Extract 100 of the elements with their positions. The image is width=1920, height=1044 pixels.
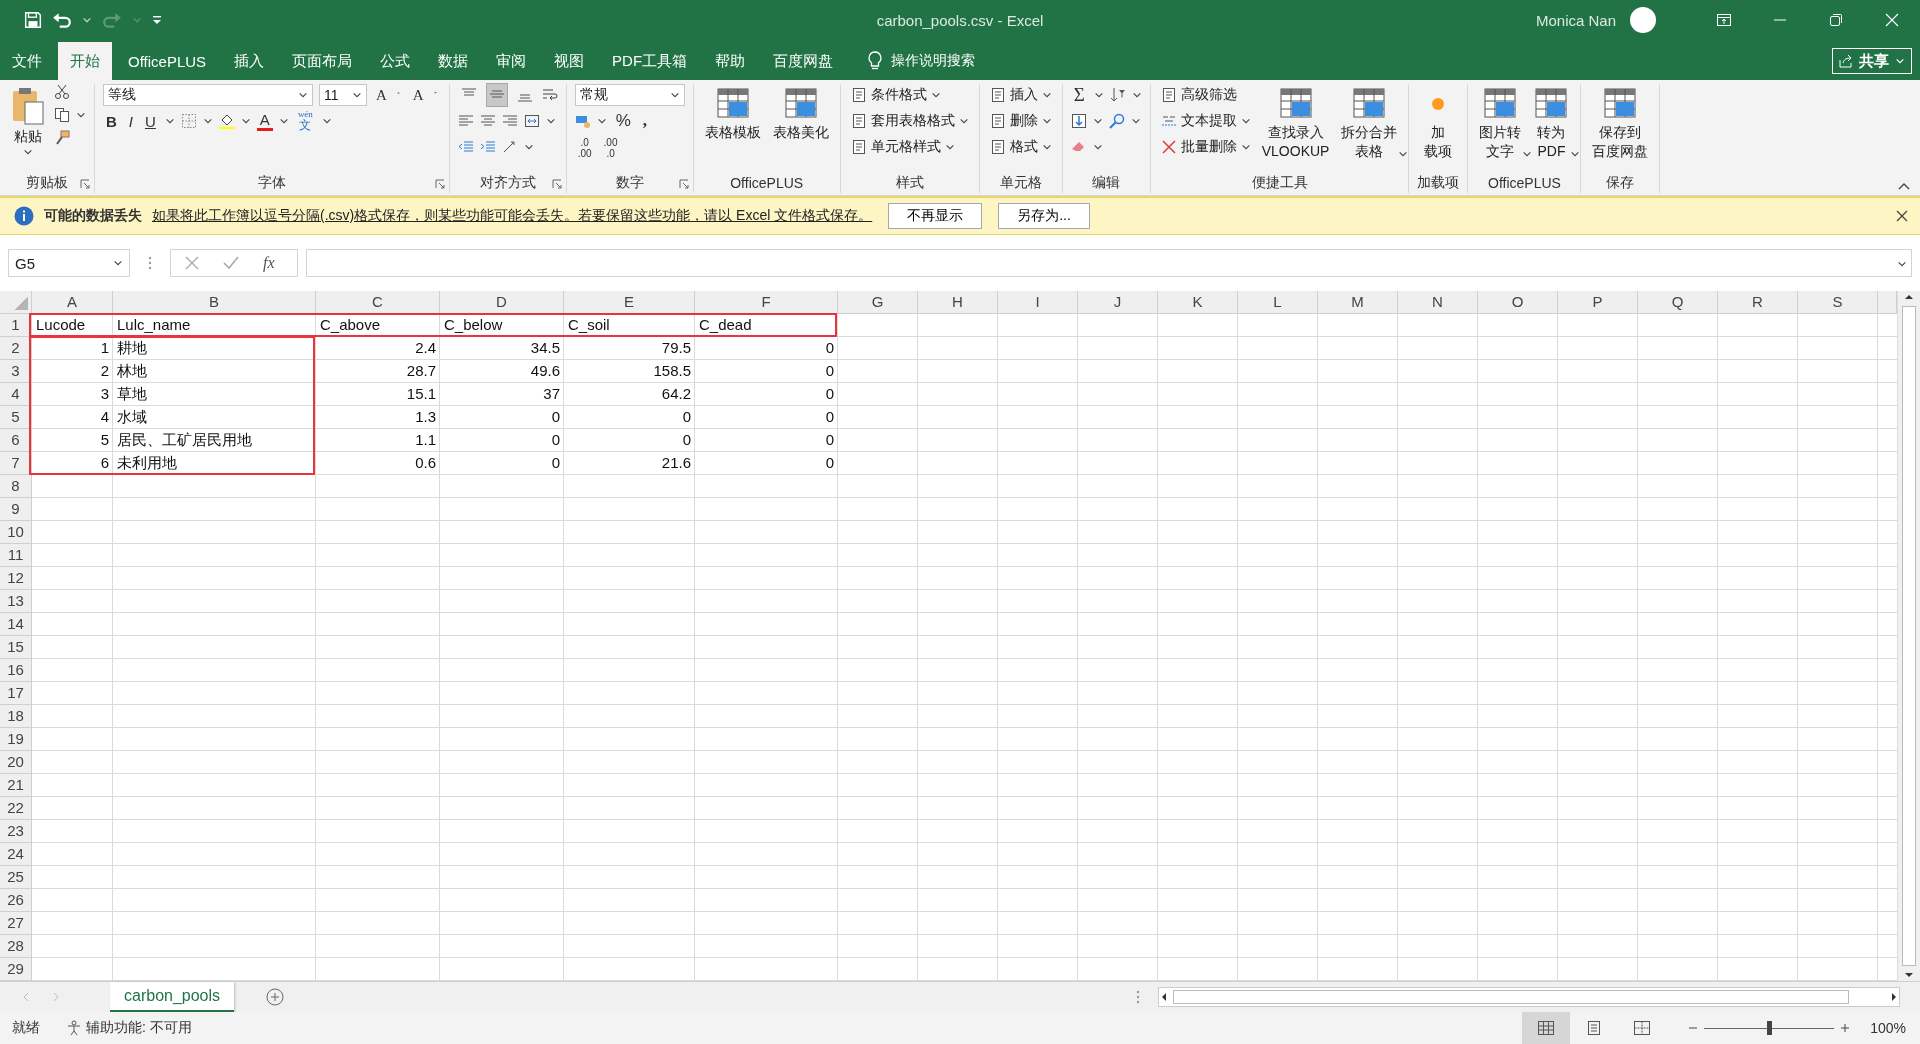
caret-icon[interactable] xyxy=(202,116,213,126)
dialog-launcher-icon[interactable] xyxy=(551,179,562,189)
row-header[interactable]: 22 xyxy=(0,797,32,820)
accounting-format-icon[interactable] xyxy=(574,113,591,129)
row-header[interactable]: 4 xyxy=(0,383,32,406)
share-button[interactable]: 共享 xyxy=(1832,48,1912,74)
row-header[interactable]: 18 xyxy=(0,705,32,728)
caret-icon[interactable] xyxy=(1041,142,1052,152)
orientation-icon[interactable] xyxy=(501,139,518,155)
caret-icon[interactable] xyxy=(1093,90,1104,100)
number-format-field[interactable]: 常规 xyxy=(574,84,685,106)
caret-icon[interactable] xyxy=(669,90,680,100)
paste-button[interactable]: 粘贴 xyxy=(14,128,42,145)
caret-icon[interactable] xyxy=(1041,116,1052,126)
ribbon-tab[interactable]: 页面布局 xyxy=(280,42,365,80)
add-sheet-icon[interactable] xyxy=(266,988,285,1006)
column-header[interactable]: S xyxy=(1798,291,1878,314)
column-header[interactable]: M xyxy=(1318,291,1398,314)
document-icon[interactable] xyxy=(850,87,867,103)
decrease-decimal-button[interactable]: .00 .0 xyxy=(600,137,621,165)
ribbon-tab[interactable]: PDF工具箱 xyxy=(600,42,700,80)
document-icon[interactable] xyxy=(989,113,1006,129)
expand-icon[interactable] xyxy=(1897,259,1907,269)
increase-decimal-button[interactable]: .0 .00 xyxy=(574,137,595,165)
ribbon-button[interactable]: 查找录入 VLOOKUP xyxy=(1261,124,1330,160)
column-header[interactable]: G xyxy=(838,291,918,314)
fill-color-icon[interactable] xyxy=(218,113,235,129)
ribbon-tab[interactable]: 文件 xyxy=(0,42,54,80)
document-icon[interactable] xyxy=(850,139,867,155)
save-icon[interactable] xyxy=(24,11,42,29)
column-header[interactable]: H xyxy=(918,291,998,314)
paste-icon[interactable] xyxy=(11,86,45,126)
document-icon[interactable] xyxy=(989,139,1006,155)
row-header[interactable]: 10 xyxy=(0,521,32,544)
row-header[interactable]: 2 xyxy=(0,337,32,360)
sort-filter-icon[interactable] xyxy=(1109,87,1126,103)
scroll-right-icon[interactable] xyxy=(1889,992,1899,1002)
document-icon[interactable] xyxy=(989,87,1006,103)
format-painter-icon[interactable] xyxy=(54,130,70,146)
ribbon-button[interactable]: 插入 xyxy=(1009,84,1038,106)
ribbon-tab[interactable]: 公式 xyxy=(368,42,423,80)
formula-button-field[interactable]: fx xyxy=(170,249,298,277)
caret-icon[interactable] xyxy=(958,116,969,126)
accessibility-status[interactable]: 辅助功能: 不可用 xyxy=(86,1019,192,1037)
row-header[interactable]: 5 xyxy=(0,406,32,429)
ribbon-button[interactable]: 高级筛选 xyxy=(1180,84,1237,106)
row-header[interactable]: 15 xyxy=(0,636,32,659)
row-header[interactable]: 28 xyxy=(0,935,32,958)
row-header[interactable]: 23 xyxy=(0,820,32,843)
collapse-ribbon-icon[interactable] xyxy=(1898,181,1910,191)
caret-icon[interactable] xyxy=(1522,149,1533,159)
autosum-button[interactable]: Σ xyxy=(1070,84,1088,106)
ribbon-button[interactable]: 转为 PDF xyxy=(1537,124,1566,160)
row-header[interactable]: 9 xyxy=(0,498,32,521)
row-header[interactable]: 19 xyxy=(0,728,32,751)
caret-icon[interactable] xyxy=(240,116,251,126)
caret-icon[interactable] xyxy=(545,116,556,126)
row-header[interactable]: 27 xyxy=(0,912,32,935)
close-icon[interactable] xyxy=(1896,210,1908,222)
dialog-launcher-icon[interactable] xyxy=(434,179,445,189)
search-icon[interactable] xyxy=(1108,113,1125,129)
column-header[interactable]: R xyxy=(1718,291,1798,314)
drag-handle-icon[interactable] xyxy=(148,256,152,270)
column-header[interactable]: N xyxy=(1398,291,1478,314)
undo-icon[interactable] xyxy=(52,11,72,29)
zoom-level[interactable]: 100% xyxy=(1870,1020,1906,1036)
caret-icon[interactable] xyxy=(278,116,289,126)
ribbon-button[interactable]: 拆分合并 表格 xyxy=(1341,124,1398,160)
row-header[interactable]: 29 xyxy=(0,958,32,981)
caret-icon[interactable] xyxy=(1570,149,1581,159)
ribbon-button[interactable]: 批量删除 xyxy=(1180,136,1237,158)
caret-icon[interactable] xyxy=(1240,116,1251,126)
row-header[interactable]: 3 xyxy=(0,360,32,383)
caret-icon[interactable] xyxy=(1130,116,1141,126)
insert-function-button[interactable]: fx xyxy=(263,254,275,272)
column-header[interactable]: D xyxy=(440,291,564,314)
column-header[interactable]: K xyxy=(1158,291,1238,314)
comma-button[interactable]: , xyxy=(639,110,651,132)
caret-icon[interactable] xyxy=(321,116,332,126)
row-header[interactable]: 6 xyxy=(0,429,32,452)
row-header[interactable]: 21 xyxy=(0,774,32,797)
row-header[interactable]: 24 xyxy=(0,843,32,866)
grow-font-button[interactable]: A xyxy=(373,84,390,106)
ribbon-button[interactable]: 格式 xyxy=(1009,136,1038,158)
row-header[interactable]: 26 xyxy=(0,889,32,912)
sheet-tab[interactable]: carbon_pools xyxy=(110,981,235,1012)
column-header[interactable]: A xyxy=(32,291,113,314)
ribbon-button[interactable]: 表格模板 xyxy=(704,124,761,141)
row-header[interactable]: 20 xyxy=(0,751,32,774)
ribbon-button[interactable]: 表格美化 xyxy=(772,124,829,141)
caret-icon[interactable] xyxy=(1092,116,1103,126)
fill-down-icon[interactable] xyxy=(1070,113,1087,129)
column-header[interactable]: C xyxy=(316,291,440,314)
dialog-launcher-icon[interactable] xyxy=(80,179,90,189)
font-name-field[interactable]: 等线 xyxy=(103,84,313,106)
ribbon-tab[interactable]: 数据 xyxy=(426,42,481,80)
ribbon-button[interactable]: 加 载项 xyxy=(1424,124,1453,160)
caret-icon[interactable] xyxy=(352,90,362,100)
row-header[interactable]: 1 xyxy=(0,314,32,337)
normal-view-button[interactable] xyxy=(1522,1012,1571,1044)
